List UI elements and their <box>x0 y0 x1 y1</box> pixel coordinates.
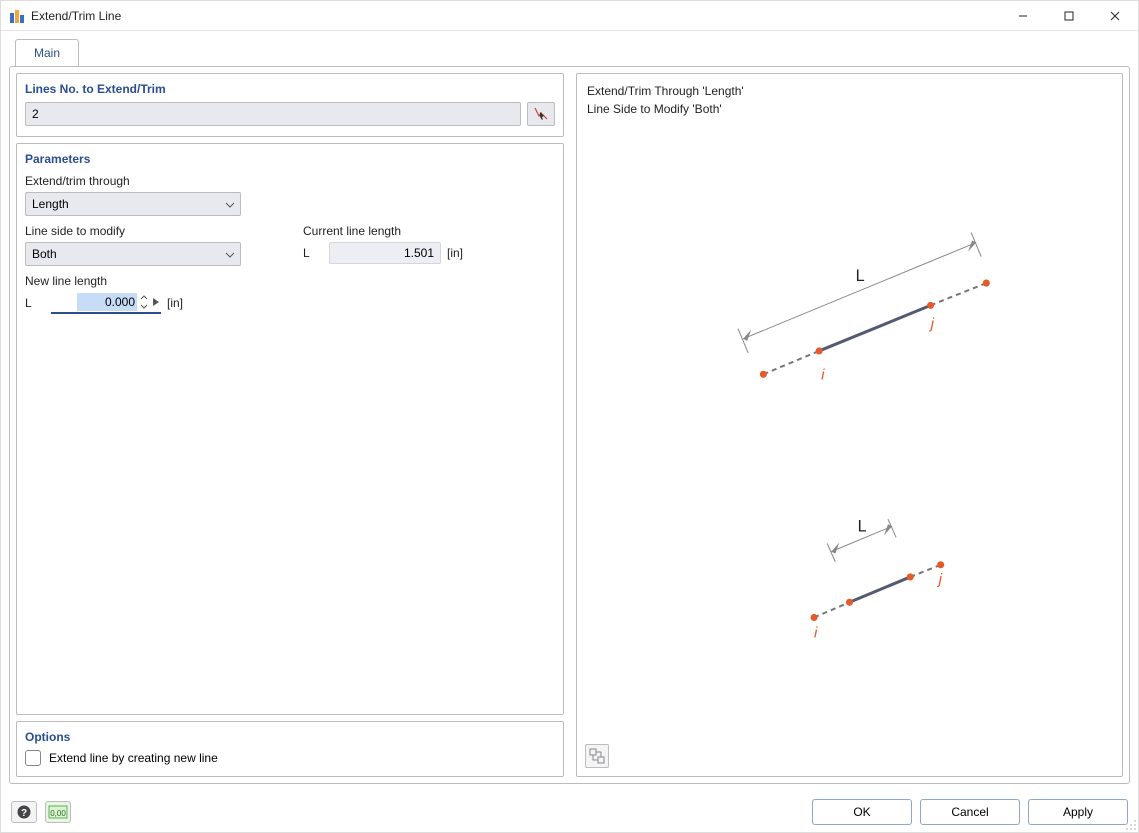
lines-input[interactable] <box>25 102 521 126</box>
panels: Lines No. to Extend/Trim Parameters Exte… <box>9 66 1130 784</box>
parameters-group: Parameters Extend/trim through Length Li… <box>16 143 564 715</box>
svg-text:j: j <box>937 571 943 588</box>
preview-panel: Extend/Trim Through 'Length' Line Side t… <box>576 73 1123 777</box>
help-button[interactable]: ? <box>11 801 37 823</box>
minimize-button[interactable] <box>1000 1 1046 30</box>
close-button[interactable] <box>1092 1 1138 30</box>
extend-by-new-label: Extend line by creating new line <box>49 751 218 765</box>
svg-text:i: i <box>814 625 818 642</box>
svg-text:j: j <box>929 316 935 333</box>
preview-text: Extend/Trim Through 'Length' Line Side t… <box>577 74 1122 118</box>
view-toggle-button[interactable] <box>585 744 609 768</box>
current-length-value <box>329 242 441 264</box>
current-length-label: Current line length <box>303 224 555 238</box>
new-length-label: New line length <box>25 274 555 288</box>
titlebar: Extend/Trim Line <box>1 1 1138 31</box>
cancel-button[interactable]: Cancel <box>920 799 1020 825</box>
spinner-down[interactable] <box>139 302 149 311</box>
svg-text:?: ? <box>21 808 27 819</box>
new-length-field[interactable] <box>51 292 161 314</box>
window-title: Extend/Trim Line <box>31 9 1000 23</box>
ok-button[interactable]: OK <box>812 799 912 825</box>
new-unit: [in] <box>167 296 183 310</box>
current-symbol: L <box>303 246 323 260</box>
preview-line-2: Line Side to Modify 'Both' <box>587 100 1112 118</box>
parameters-title: Parameters <box>25 152 555 166</box>
tab-strip: Main <box>15 39 1130 67</box>
current-unit: [in] <box>447 246 463 260</box>
pick-in-view-button[interactable] <box>527 102 555 126</box>
options-title: Options <box>25 730 555 744</box>
left-column: Lines No. to Extend/Trim Parameters Exte… <box>16 73 564 777</box>
through-select[interactable]: Length <box>25 192 241 216</box>
new-symbol: L <box>25 296 45 310</box>
window-controls <box>1000 1 1138 30</box>
lines-group-title: Lines No. to Extend/Trim <box>25 82 555 96</box>
units-button[interactable]: 0,00 <box>45 801 71 823</box>
spinner-step-button[interactable] <box>151 293 161 311</box>
svg-text:i: i <box>821 366 825 383</box>
app-icon <box>9 8 25 24</box>
svg-text:0,00: 0,00 <box>50 809 66 818</box>
maximize-button[interactable] <box>1046 1 1092 30</box>
preview-canvas: L i <box>583 126 1116 734</box>
resize-grip[interactable] <box>1125 819 1137 831</box>
through-label: Extend/trim through <box>25 174 555 188</box>
preview-line-1: Extend/Trim Through 'Length' <box>587 82 1112 100</box>
lines-group: Lines No. to Extend/Trim <box>16 73 564 137</box>
content: Main Lines No. to Extend/Trim <box>1 31 1138 792</box>
options-group: Options Extend line by creating new line <box>16 721 564 777</box>
new-length-input[interactable] <box>77 293 137 311</box>
extend-by-new-checkbox[interactable] <box>25 750 41 766</box>
spinner-up[interactable] <box>139 293 149 302</box>
bottom-bar: ? 0,00 OK Cancel Apply <box>1 792 1138 832</box>
apply-button[interactable]: Apply <box>1028 799 1128 825</box>
svg-text:L: L <box>856 267 865 285</box>
side-select[interactable]: Both <box>25 242 241 266</box>
svg-text:L: L <box>858 517 867 535</box>
tab-main[interactable]: Main <box>15 39 79 67</box>
side-label: Line side to modify <box>25 224 277 238</box>
